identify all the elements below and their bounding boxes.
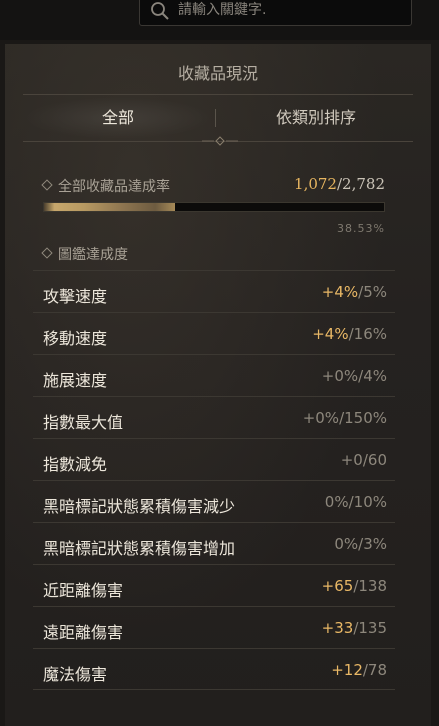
- divider: [23, 94, 413, 95]
- stat-bonus: +33: [321, 619, 354, 637]
- completion-current: 1,072: [294, 175, 337, 193]
- stat-row: 近距離傷害 +65/138: [33, 564, 395, 606]
- stat-name: 移動速度: [43, 329, 108, 348]
- stat-max: /10%: [348, 493, 387, 511]
- stat-max: /78: [362, 661, 387, 679]
- stat-row: 黑暗標記狀態累積傷害減少 0%/10%: [33, 480, 395, 522]
- stat-name: 指數減免: [43, 455, 108, 474]
- diamond-icon: [41, 247, 53, 259]
- stat-row: 指數減免 +0/60: [33, 438, 395, 480]
- stat-value: +33/135: [322, 619, 387, 637]
- stat-bonus: 0%: [324, 493, 349, 511]
- stat-name: 魔法傷害: [43, 665, 108, 684]
- stat-value: +65/138: [322, 577, 387, 595]
- search-input[interactable]: [176, 0, 405, 22]
- diamond-icon: [41, 179, 53, 191]
- stats-list: 攻擊速度 +4%/5% 移動速度 +4%/16% 施展速度 +0%/4% 指數最大值 +0%/…: [33, 270, 395, 690]
- stat-bonus: +0: [340, 451, 363, 469]
- stat-value: +0%/4%: [322, 367, 387, 385]
- stat-max: /16%: [348, 325, 387, 343]
- stat-row: 移動速度 +4%/16%: [33, 312, 395, 354]
- stat-row: 遠距離傷害 +33/135: [33, 606, 395, 648]
- stat-row: 攻擊速度 +4%/5%: [33, 270, 395, 312]
- codex-label: 圖鑑達成度: [41, 244, 128, 264]
- stat-bonus: 0%: [334, 535, 359, 553]
- stat-value: +0%/150%: [303, 409, 387, 427]
- stat-name: 施展速度: [43, 371, 108, 390]
- stat-name: 指數最大值: [43, 413, 124, 432]
- completion-count: 1,072/2,782: [294, 175, 385, 193]
- tab-all[interactable]: 全部: [23, 97, 213, 139]
- stat-row: 施展速度 +0%/4%: [33, 354, 395, 396]
- tab-sort-by-category[interactable]: 依類別排序: [219, 97, 413, 139]
- panel-title: 收藏品現況: [177, 64, 258, 83]
- stat-row: 黑暗標記狀態累積傷害增加 0%/3%: [33, 522, 395, 564]
- stat-max: /150%: [339, 409, 387, 427]
- stat-row: 指數最大值 +0%/150%: [33, 396, 395, 438]
- stat-name: 黑暗標記狀態累積傷害增加: [43, 539, 236, 558]
- search-box[interactable]: [139, 0, 412, 26]
- stat-max: /60: [362, 451, 387, 469]
- tab-separator: [215, 109, 216, 127]
- stat-max: /135: [353, 619, 387, 637]
- stat-value: +4%/16%: [312, 325, 387, 343]
- stat-max: /138: [353, 577, 387, 595]
- stat-row: 魔法傷害 +12/78: [33, 648, 395, 690]
- top-bar: [0, 0, 439, 40]
- codex-label-text: 圖鑑達成度: [58, 247, 128, 263]
- collection-panel: 收藏品現況 全部 依類別排序 全部收藏品達成率 1,072/2,782 38.5…: [5, 44, 431, 726]
- stat-max: /4%: [358, 367, 387, 385]
- stat-value: +4%/5%: [322, 283, 387, 301]
- stat-bonus: +65: [321, 577, 354, 595]
- stat-max: /5%: [358, 283, 387, 301]
- stat-value: +0/60: [341, 451, 387, 469]
- completion-label-text: 全部收藏品達成率: [58, 179, 170, 195]
- ornament-icon: [202, 136, 238, 146]
- stat-value: 0%/3%: [334, 535, 387, 553]
- stat-name: 攻擊速度: [43, 287, 108, 306]
- completion-total: 2,782: [342, 175, 385, 193]
- completion-progress-fill: [44, 203, 175, 211]
- stat-max: /3%: [358, 535, 387, 553]
- tab-bar: 全部 依類別排序: [23, 97, 413, 139]
- completion-percent: 38.53%: [337, 222, 385, 235]
- stat-name: 黑暗標記狀態累積傷害減少: [43, 497, 236, 516]
- stat-name: 近距離傷害: [43, 581, 124, 600]
- stat-bonus: +4%: [312, 325, 349, 343]
- search-icon: [150, 1, 170, 21]
- stat-value: 0%/10%: [325, 493, 387, 511]
- stat-bonus: +0%: [321, 367, 359, 385]
- stat-name: 遠距離傷害: [43, 623, 124, 642]
- completion-progress-bar: [43, 202, 385, 212]
- stat-value: +12/78: [331, 661, 387, 679]
- stat-bonus: +12: [331, 661, 363, 679]
- stat-bonus: +4%: [321, 283, 359, 301]
- completion-label: 全部收藏品達成率: [41, 176, 170, 196]
- stat-bonus: +0%: [302, 409, 340, 427]
